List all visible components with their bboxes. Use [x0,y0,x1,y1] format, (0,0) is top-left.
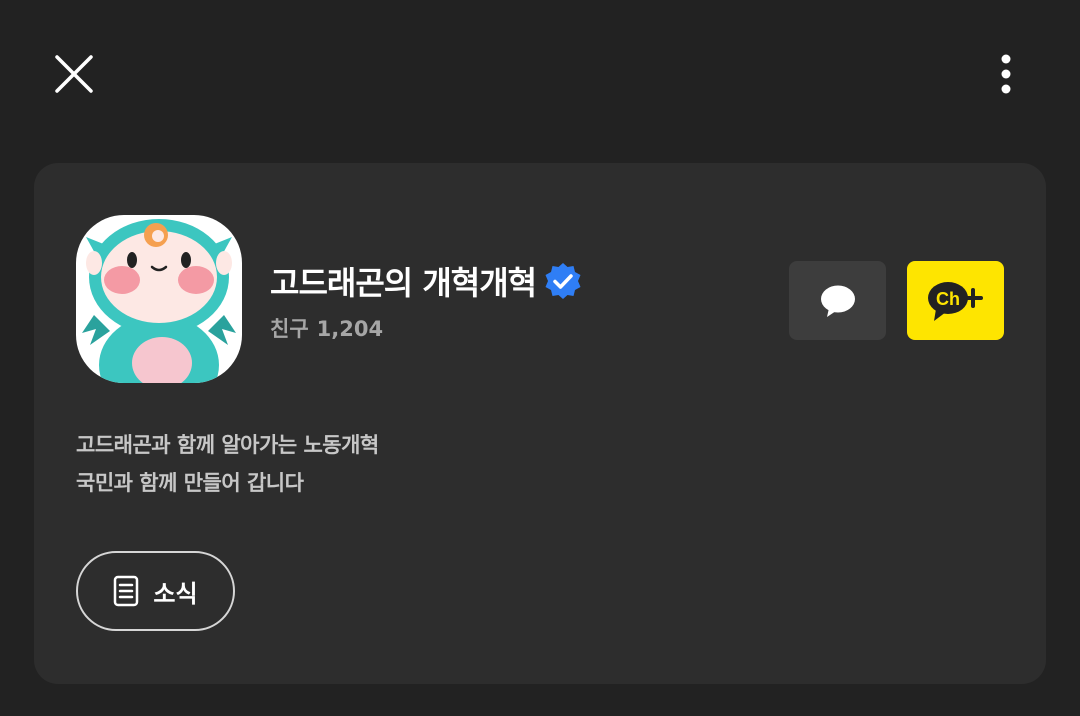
svg-text:Ch: Ch [936,289,960,309]
top-bar [0,0,1080,150]
channel-description: 고드래곤과 함께 알아가는 노동개혁 국민과 함께 만들어 갑니다 [76,426,379,502]
close-button[interactable] [46,46,102,102]
close-icon [55,55,93,93]
description-line-2: 국민과 함께 만들어 갑니다 [76,471,304,495]
channel-add-icon: Ch [927,281,983,321]
channel-profile-card: 고드래곤의 개혁개혁 친구 1,204 Ch 고드래곤과 함께 알아가는 노동개혁… [34,163,1046,684]
profile-name-row: 고드래곤의 개혁개혁 [270,257,582,305]
more-vertical-icon [1001,54,1011,94]
friends-number: 1,204 [316,317,384,341]
friends-count: 친구 1,204 [270,313,383,343]
avatar [76,215,242,383]
verified-badge-icon [544,262,582,300]
profile-name: 고드래곤의 개혁개혁 [270,264,537,302]
news-button-label: 소식 [153,579,198,608]
add-channel-button[interactable]: Ch [907,261,1004,340]
more-options-button[interactable] [980,46,1032,102]
description-line-1: 고드래곤과 함께 알아가는 노동개혁 [76,433,379,457]
document-icon [114,575,139,607]
friends-label: 친구 [270,317,309,341]
news-button[interactable]: 소식 [76,551,235,631]
dragon-character-image [82,219,236,383]
chat-button[interactable] [789,261,886,340]
chat-bubble-icon [820,285,855,317]
